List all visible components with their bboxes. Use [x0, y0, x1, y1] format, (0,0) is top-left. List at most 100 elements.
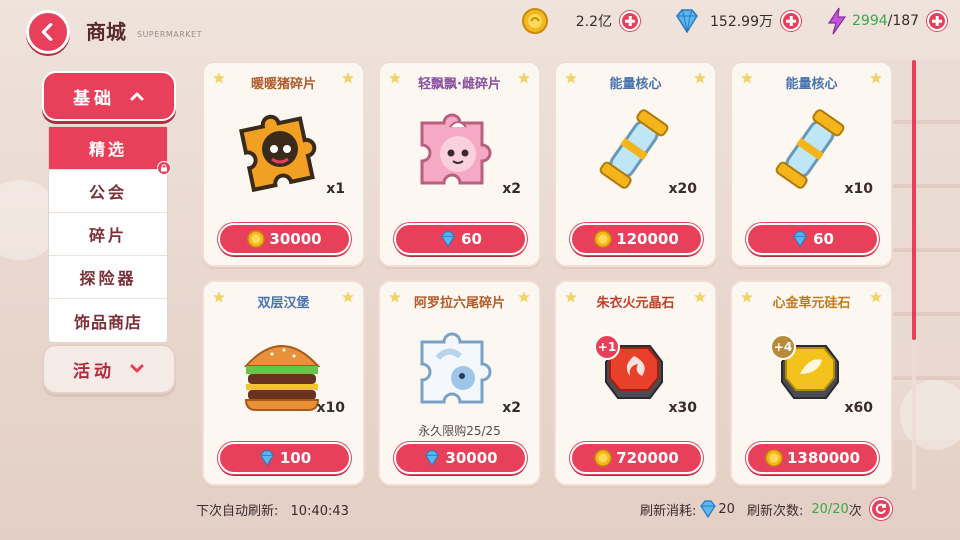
- puzzle-fragment-icon: [420, 113, 492, 185]
- item-price: 60: [461, 230, 482, 248]
- lightning-icon: [822, 6, 852, 36]
- refresh-count: 20/20: [811, 501, 849, 517]
- page-subtitle: SUPERMARKET: [137, 30, 202, 39]
- subcategory-fragments[interactable]: 碎片: [49, 213, 167, 256]
- buy-button[interactable]: 100: [218, 442, 351, 474]
- scrollbar-thumb[interactable]: [912, 60, 916, 340]
- shop-item-card[interactable]: 朱衣火元晶石 +1 x30 720000: [554, 280, 717, 486]
- next-refresh-label: 下次自动刷新:: [196, 504, 279, 519]
- diamond-amount: 152.99万: [710, 14, 773, 30]
- item-price: 30000: [269, 230, 322, 248]
- item-price: 120000: [616, 230, 679, 248]
- next-refresh-time: 10:40:43: [290, 504, 349, 519]
- item-quantity: x30: [668, 400, 697, 416]
- item-name: 心金草元硅石: [772, 296, 851, 311]
- item-name: 暖暖猪碎片: [250, 77, 316, 92]
- buy-button[interactable]: 60: [394, 223, 527, 255]
- buy-button[interactable]: 30000: [394, 442, 527, 474]
- shop-item-card[interactable]: 暖暖猪碎片 x1 30000: [202, 61, 365, 267]
- item-name: 能量核心: [609, 77, 662, 92]
- coin-icon: [594, 230, 612, 248]
- gold-resource: 2.2亿: [520, 8, 640, 34]
- item-quantity: x2: [502, 400, 521, 416]
- diamond-icon: [258, 449, 276, 467]
- category-basic-label: 基础: [73, 88, 115, 109]
- item-name: 阿罗拉六尾碎片: [413, 296, 505, 311]
- shop-item-card[interactable]: 能量核心 x20 120000: [554, 61, 717, 267]
- subcategory-label: 精选: [88, 140, 127, 159]
- add-diamond-button[interactable]: [781, 11, 801, 31]
- subcategory-label: 探险器: [79, 269, 137, 288]
- buy-button[interactable]: 720000: [570, 442, 703, 474]
- gold-amount: 2.2亿: [575, 14, 612, 30]
- item-quantity: x2: [502, 181, 521, 197]
- diamond-icon: [672, 6, 702, 36]
- refresh-icon: [875, 503, 886, 514]
- shop-item-card[interactable]: 双层汉堡 x10 100: [202, 280, 365, 486]
- energy-max: /187: [887, 13, 920, 29]
- puzzle-fragment-icon: [420, 332, 492, 404]
- buy-button[interactable]: 30000: [218, 223, 351, 255]
- chevron-up-icon: [130, 92, 144, 101]
- shop-item-card[interactable]: 阿罗拉六尾碎片 x2 永久限购25/25 30000: [378, 280, 541, 486]
- diamond-icon: [439, 230, 457, 248]
- refresh-info: 刷新消耗: 20 刷新次数: 20/20 次: [640, 498, 892, 520]
- purchase-limit: 永久限购25/25: [418, 424, 501, 438]
- item-price: 60: [813, 230, 834, 248]
- back-button[interactable]: [26, 10, 70, 54]
- scrollbar[interactable]: [912, 60, 916, 490]
- refresh-cost: 20: [718, 501, 735, 517]
- coin-icon: [765, 449, 783, 467]
- level-badge: +4: [770, 334, 796, 360]
- shop-item-card[interactable]: 心金草元硅石 +4 x60 1380000: [730, 280, 893, 486]
- item-name: 轻飘飘·雌碎片: [418, 77, 501, 92]
- subcategory-featured[interactable]: 精选: [49, 127, 171, 175]
- category-events-button[interactable]: 活动: [42, 344, 176, 394]
- add-energy-button[interactable]: [927, 11, 948, 31]
- item-quantity: x60: [844, 400, 873, 416]
- energy-resource: 2994 /187: [822, 6, 948, 36]
- item-quantity: x20: [668, 181, 697, 197]
- category-basic-button[interactable]: 基础: [42, 71, 176, 121]
- subcategory-label: 碎片: [88, 226, 127, 245]
- shop-item-card[interactable]: 轻飘飘·雌碎片 x2 60: [378, 61, 541, 267]
- item-quantity: x10: [316, 400, 345, 416]
- item-price: 100: [279, 449, 312, 467]
- level-badge-text: +1: [597, 340, 617, 354]
- item-quantity: x1: [326, 181, 345, 197]
- diamond-icon: [698, 500, 718, 518]
- item-price: 1380000: [786, 449, 861, 467]
- item-price: 30000: [445, 449, 498, 467]
- item-price: 720000: [616, 449, 679, 467]
- buy-button[interactable]: 120000: [570, 223, 703, 255]
- refresh-button[interactable]: [869, 498, 892, 520]
- subcategory-label: 公会: [88, 183, 127, 202]
- subcategory-explorer[interactable]: 探险器: [49, 256, 167, 299]
- diamond-resource: 152.99万: [672, 8, 801, 34]
- coin-icon: [520, 6, 550, 36]
- level-badge-text: +4: [773, 340, 793, 354]
- refresh-cost-label: 刷新消耗:: [640, 503, 697, 519]
- energy-current: 2994: [852, 13, 888, 29]
- diamond-icon: [791, 230, 809, 248]
- item-name: 朱衣火元晶石: [596, 296, 675, 311]
- back-arrow-icon: [41, 23, 53, 41]
- category-events-label: 活动: [73, 361, 115, 382]
- coin-icon: [594, 449, 612, 467]
- buy-button[interactable]: 1380000: [746, 442, 879, 474]
- buy-button[interactable]: 60: [746, 223, 879, 255]
- diamond-icon: [423, 449, 441, 467]
- chevron-down-icon: [130, 364, 144, 373]
- add-gold-button[interactable]: [620, 11, 640, 31]
- item-name: 能量核心: [785, 77, 838, 92]
- shop-item-card[interactable]: 能量核心 x10 60: [730, 61, 893, 267]
- coin-icon: [247, 230, 265, 248]
- next-refresh-info: 下次自动刷新: 10:40:43: [196, 500, 349, 519]
- level-badge: +1: [594, 334, 620, 360]
- subcategory-accessory-shop[interactable]: 饰品商店: [49, 299, 167, 342]
- page-title: 商城: [86, 20, 126, 44]
- subcategory-guild[interactable]: 公会: [49, 170, 167, 213]
- item-quantity: x10: [844, 181, 873, 197]
- refresh-count-label: 刷新次数:: [746, 503, 804, 519]
- subcategory-list: 精选 公会 碎片 探险器 饰品商店: [48, 126, 171, 343]
